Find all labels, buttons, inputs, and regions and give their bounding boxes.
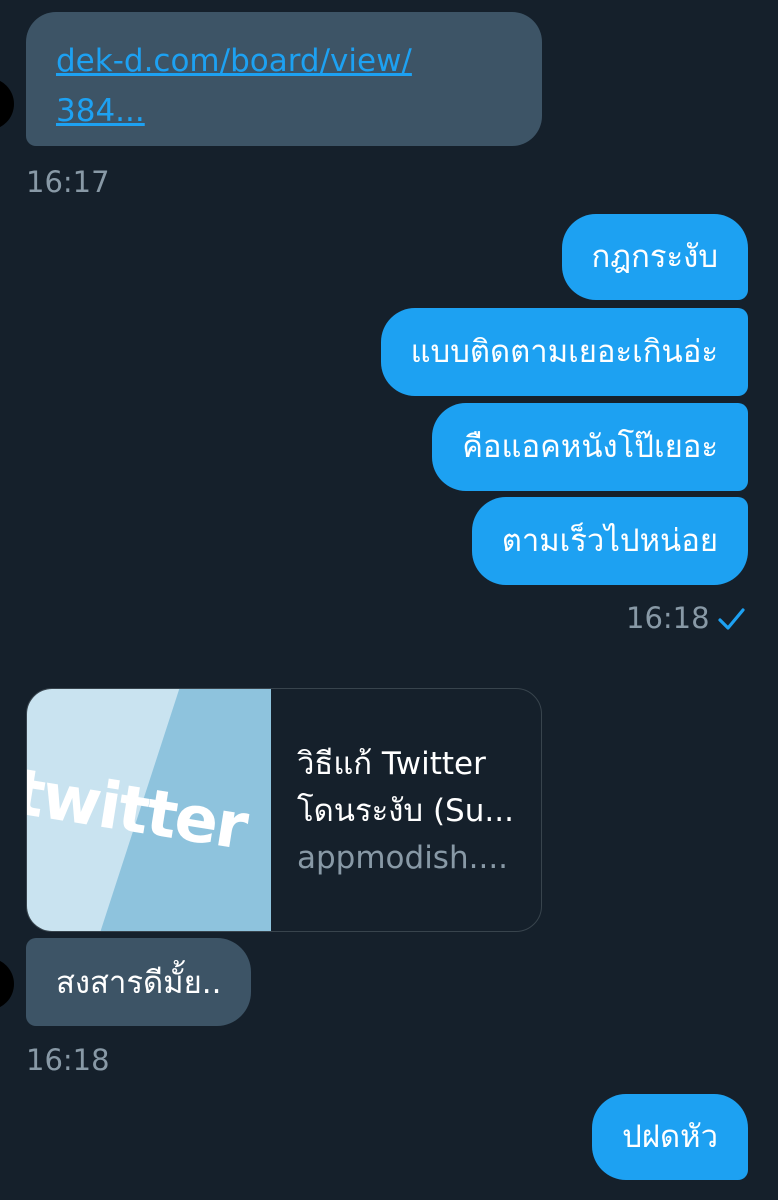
sender-avatar[interactable] — [0, 958, 14, 1010]
incoming-message: สงสารดีมั้ย.. — [26, 938, 252, 1026]
shared-link[interactable]: dek-d.com/board/view/ 384... — [56, 43, 412, 129]
incoming-link-bubble: dek-d.com/board/view/ 384... — [26, 12, 542, 146]
checkmark-icon — [718, 608, 745, 630]
outgoing-message: ตามเร็วไปหน่อย — [471, 497, 748, 585]
outgoing-message: คือแอคหนังโป๊เยอะ — [432, 403, 748, 491]
link-preview-card[interactable]: twitter วิธีแก้ Twitter โดนระงับ (Su... … — [26, 688, 542, 932]
link-preview-domain: appmodish.... — [297, 840, 509, 876]
link-preview-title: วิธีแก้ Twitter — [297, 746, 486, 782]
outgoing-message: แบบติดตามเยอะเกินอ่ะ — [380, 308, 748, 396]
link-preview-subtitle: โดนระงับ (Su... — [297, 793, 514, 829]
outgoing-message: ปฝดหัว — [592, 1094, 748, 1180]
timestamp: 16:18 — [626, 601, 710, 635]
shared-link-line2[interactable]: 384... — [56, 93, 145, 129]
outgoing-message: กฎกระงับ — [561, 214, 748, 300]
timestamp: 16:18 — [26, 1043, 110, 1077]
timestamp: 16:17 — [26, 165, 110, 199]
shared-link-line1[interactable]: dek-d.com/board/view/ — [56, 43, 412, 79]
link-preview-thumbnail: twitter — [27, 689, 271, 931]
sender-avatar[interactable] — [0, 78, 14, 130]
